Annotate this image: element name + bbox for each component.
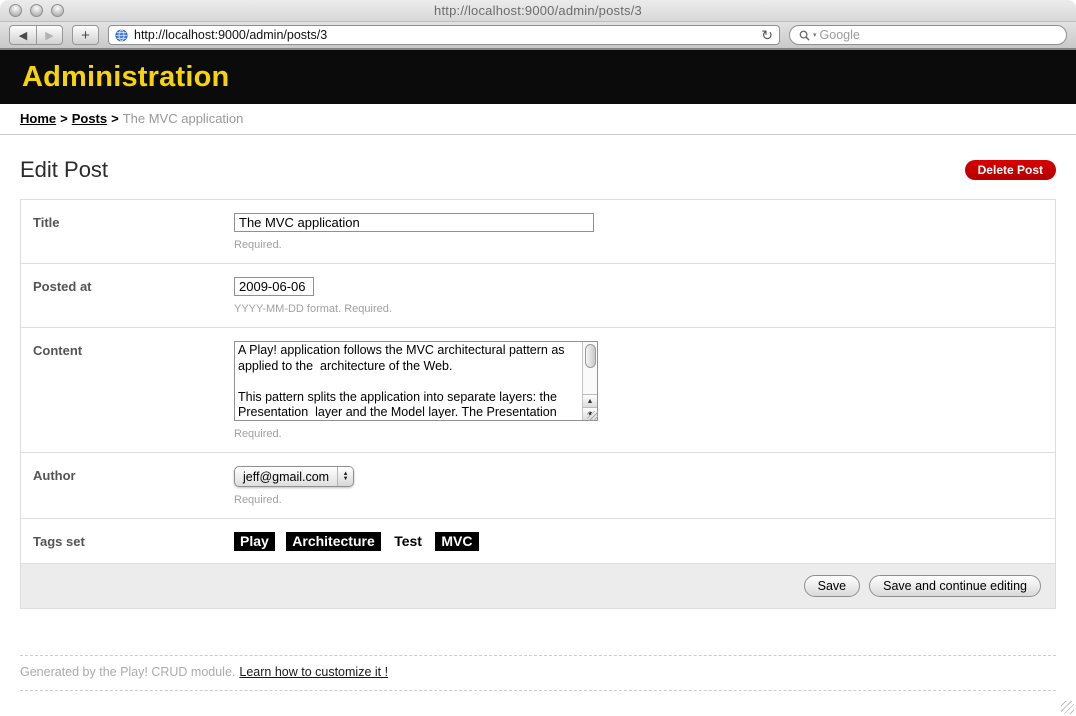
content-textarea-frame: A Play! application follows the MVC arch…: [234, 341, 598, 421]
content-label: Content: [33, 341, 234, 440]
field-row-tags: Tags set Play Architecture Test MVC: [21, 519, 1055, 564]
content-textarea[interactable]: A Play! application follows the MVC arch…: [235, 342, 582, 418]
add-bookmark-button[interactable]: +: [72, 25, 99, 45]
page-title: Edit Post: [20, 157, 108, 183]
tag-architecture[interactable]: Architecture: [286, 532, 380, 551]
textarea-resize-handle[interactable]: [587, 411, 598, 421]
url-input[interactable]: [134, 28, 755, 42]
zoom-button[interactable]: [51, 4, 64, 17]
title-label: Title: [33, 213, 234, 251]
field-row-posted-at: Posted at YYYY-MM-DD format. Required.: [21, 264, 1055, 328]
reload-icon[interactable]: ↻: [761, 28, 773, 42]
window-resize-grip[interactable]: [1061, 701, 1074, 714]
breadcrumb-separator: >: [111, 111, 119, 126]
scroll-up-button[interactable]: ▲: [583, 394, 597, 407]
tag-mvc[interactable]: MVC: [435, 532, 478, 551]
author-label: Author: [33, 466, 234, 506]
tag-play[interactable]: Play: [234, 532, 275, 551]
breadcrumb-current: The MVC application: [123, 111, 244, 126]
back-icon: ◀: [19, 29, 27, 42]
browser-toolbar: ◀ ▶ + ↻ ▾ Google: [0, 22, 1076, 50]
main-content: Edit Post Delete Post Title Required. Po…: [0, 157, 1076, 691]
footer-customize-link[interactable]: Learn how to customize it !: [239, 665, 388, 679]
delete-post-button[interactable]: Delete Post: [965, 160, 1056, 180]
save-continue-button[interactable]: Save and continue editing: [869, 575, 1041, 597]
tag-test[interactable]: Test: [392, 532, 424, 551]
edit-post-form: Title Required. Posted at YYYY-MM-DD for…: [20, 199, 1056, 609]
field-row-title: Title Required.: [21, 200, 1055, 264]
textarea-scrollbar[interactable]: ▲ ▼: [582, 342, 597, 420]
forward-icon: ▶: [45, 29, 53, 42]
posted-at-input[interactable]: [234, 277, 314, 296]
window-title: http://localhost:9000/admin/posts/3: [0, 3, 1076, 18]
breadcrumb: Home > Posts > The MVC application: [0, 104, 1076, 135]
author-select[interactable]: jeff@gmail.com ▲▼: [234, 466, 354, 487]
title-hint: Required.: [234, 239, 1043, 251]
author-hint: Required.: [234, 494, 1043, 506]
search-field[interactable]: ▾ Google: [789, 25, 1067, 45]
admin-header: Administration: [0, 50, 1076, 104]
search-placeholder: Google: [820, 28, 860, 42]
minimize-button[interactable]: [30, 4, 43, 17]
globe-icon: [115, 29, 128, 42]
back-button[interactable]: ◀: [9, 25, 36, 45]
search-caret-icon: ▾: [813, 31, 817, 39]
posted-at-label: Posted at: [33, 277, 234, 315]
form-actions: Save Save and continue editing: [21, 564, 1055, 608]
close-button[interactable]: [9, 4, 22, 17]
title-input[interactable]: [234, 213, 594, 232]
breadcrumb-posts-link[interactable]: Posts: [72, 111, 107, 126]
window-titlebar[interactable]: http://localhost:9000/admin/posts/3: [0, 0, 1076, 22]
select-arrows-icon: ▲▼: [337, 467, 353, 486]
forward-button[interactable]: ▶: [36, 25, 63, 45]
browser-window: http://localhost:9000/admin/posts/3 ◀ ▶ …: [0, 0, 1076, 716]
breadcrumb-separator: >: [60, 111, 68, 126]
content-hint: Required.: [234, 428, 1043, 440]
author-select-value: jeff@gmail.com: [235, 467, 337, 486]
field-row-content: Content A Play! application follows the …: [21, 328, 1055, 453]
traffic-lights: [9, 4, 64, 17]
nav-buttons: ◀ ▶: [9, 25, 63, 45]
scrollbar-thumb[interactable]: [585, 344, 596, 368]
field-row-author: Author jeff@gmail.com ▲▼ Required.: [21, 453, 1055, 519]
search-icon: [799, 30, 810, 41]
tags-label: Tags set: [33, 532, 234, 551]
address-bar[interactable]: ↻: [108, 25, 780, 45]
page-header: Edit Post Delete Post: [20, 157, 1056, 183]
footer-text: Generated by the Play! CRUD module.: [20, 665, 235, 679]
breadcrumb-home-link[interactable]: Home: [20, 111, 56, 126]
plus-icon: +: [81, 27, 90, 44]
posted-at-hint: YYYY-MM-DD format. Required.: [234, 303, 1043, 315]
crud-footer: Generated by the Play! CRUD module. Learn…: [20, 655, 1056, 691]
save-button[interactable]: Save: [804, 575, 861, 597]
app-title: Administration: [22, 61, 229, 94]
